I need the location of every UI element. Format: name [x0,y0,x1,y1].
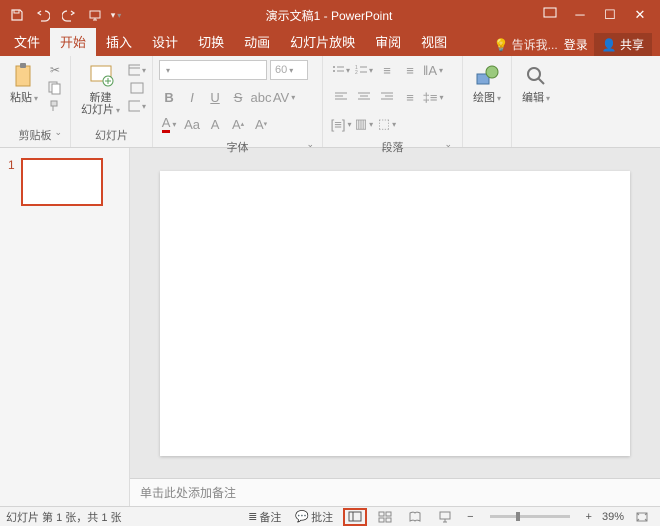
bullets-button[interactable] [331,60,351,80]
smartart-button[interactable]: ⬚ [377,114,397,134]
align-right-button[interactable] [377,87,397,107]
slide-sorter-view-button[interactable] [373,508,397,526]
shapes-icon [473,62,501,90]
signin-link[interactable]: 登录 [564,36,588,53]
tell-me[interactable]: 💡 告诉我... [494,36,558,53]
numbering-button[interactable]: 12 [354,60,374,80]
slide-number: 1 [8,158,15,206]
title-bar: ▾ 演示文稿1 - PowerPoint ─ ☐ ✕ [0,0,660,30]
strike-button[interactable]: S [228,87,248,107]
reset-icon[interactable] [128,80,146,96]
section-icon[interactable] [128,98,146,114]
slide-counter[interactable]: 幻灯片 第 1 张，共 1 张 [6,509,122,525]
drawing-button[interactable]: 绘图 [469,60,505,106]
paste-button[interactable]: 粘贴 [6,60,42,106]
redo-icon[interactable] [58,4,80,26]
group-drawing: 绘图 [463,56,512,147]
group-font: 60 B I U S abc AV A Aa A A▴ A▾ 字体 [153,56,323,147]
editing-button[interactable]: 编辑 [518,60,554,106]
font-family-combo[interactable] [159,60,267,80]
normal-view-button[interactable] [343,508,367,526]
format-painter-icon[interactable] [46,98,64,114]
window-title: 演示文稿1 - PowerPoint [128,7,530,24]
notes-toggle[interactable]: ≣ 备注 [244,508,285,526]
text-direction-button[interactable]: ‖A [423,60,443,80]
comments-toggle[interactable]: 💬 批注 [291,508,337,526]
fit-to-window-button[interactable] [630,508,654,526]
slide-preview [21,158,103,206]
justify-button[interactable]: ≡ [400,87,420,107]
increase-indent-button[interactable]: ≡ [400,60,420,80]
grow-font-button[interactable]: A▴ [228,114,248,134]
font-size-combo[interactable]: 60 [270,60,308,80]
copy-icon[interactable] [46,80,64,96]
shrink-font-button[interactable]: A▾ [251,114,271,134]
font-color-button[interactable]: A [159,114,179,134]
status-bar: 幻灯片 第 1 张，共 1 张 ≣ 备注 💬 批注 − + 39% [0,506,660,526]
tab-slideshow[interactable]: 幻灯片放映 [280,28,365,56]
notes-pane[interactable]: 单击此处添加备注 [130,478,660,506]
tab-review[interactable]: 审阅 [365,28,411,56]
start-from-beginning-icon[interactable] [84,4,106,26]
layout-icon[interactable] [128,62,146,78]
tab-file[interactable]: 文件 [4,28,50,56]
ribbon: 粘贴 ✂ 剪贴板 新建 幻灯片 幻灯片 [0,56,660,148]
group-clipboard: 粘贴 ✂ 剪贴板 [0,56,71,147]
new-slide-icon [87,62,115,90]
group-editing: 编辑 [512,56,560,147]
slide-scroll[interactable] [130,148,660,478]
reading-view-button[interactable] [403,508,427,526]
zoom-slider[interactable] [490,515,570,518]
tab-home[interactable]: 开始 [50,28,96,56]
group-label-clipboard: 剪贴板 [6,125,64,145]
ribbon-display-icon[interactable] [538,7,562,23]
window-controls: ─ ☐ ✕ [530,7,660,23]
new-slide-button[interactable]: 新建 幻灯片 [77,60,124,118]
tab-animation[interactable]: 动画 [234,28,280,56]
slide-canvas-area: 单击此处添加备注 [130,148,660,506]
save-icon[interactable] [6,4,28,26]
find-icon [522,62,550,90]
group-slides: 新建 幻灯片 幻灯片 [71,56,153,147]
change-case-button[interactable]: Aa [182,114,202,134]
zoom-out-button[interactable]: − [463,508,477,526]
slideshow-view-button[interactable] [433,508,457,526]
qat-customize-icon[interactable]: ▾ [110,4,122,26]
quick-access-toolbar: ▾ [0,4,128,26]
slide-thumbnails-pane[interactable]: 1 [0,148,130,506]
tab-view[interactable]: 视图 [411,28,457,56]
italic-button[interactable]: I [182,87,202,107]
align-text-button[interactable]: [≡] [331,114,351,134]
bold-button[interactable]: B [159,87,179,107]
minimize-icon[interactable]: ─ [568,7,592,23]
cut-icon[interactable]: ✂ [46,62,64,78]
svg-text:1: 1 [355,65,358,71]
decrease-indent-button[interactable]: ≡ [377,60,397,80]
tab-design[interactable]: 设计 [142,28,188,56]
share-button[interactable]: 👤 共享 [594,33,652,56]
ribbon-tabs: 文件 开始 插入 设计 切换 动画 幻灯片放映 审阅 视图 💡 告诉我... 登… [0,30,660,56]
char-spacing-button[interactable]: AV [274,87,294,107]
columns-button[interactable]: ▥ [354,114,374,134]
zoom-in-button[interactable]: + [582,508,596,526]
tab-transition[interactable]: 切换 [188,28,234,56]
shadow-button[interactable]: abc [251,87,271,107]
slide[interactable] [160,171,630,456]
group-label-slides: 幻灯片 [77,125,146,145]
zoom-level[interactable]: 39% [602,511,624,523]
group-paragraph: 12 ≡ ≡ ‖A ≡ ‡≡ [≡] ▥ ⬚ 段落 [323,56,463,147]
underline-button[interactable]: U [205,87,225,107]
align-left-button[interactable] [331,87,351,107]
line-spacing-button[interactable]: ‡≡ [423,87,443,107]
slide-thumbnail-1[interactable]: 1 [8,158,121,206]
svg-text:2: 2 [355,70,358,76]
maximize-icon[interactable]: ☐ [598,7,622,23]
tab-insert[interactable]: 插入 [96,28,142,56]
clear-format-button[interactable]: A [205,114,225,134]
undo-icon[interactable] [32,4,54,26]
close-icon[interactable]: ✕ [628,7,652,23]
paste-icon [10,62,38,90]
align-center-button[interactable] [354,87,374,107]
edit-area: 1 单击此处添加备注 [0,148,660,506]
